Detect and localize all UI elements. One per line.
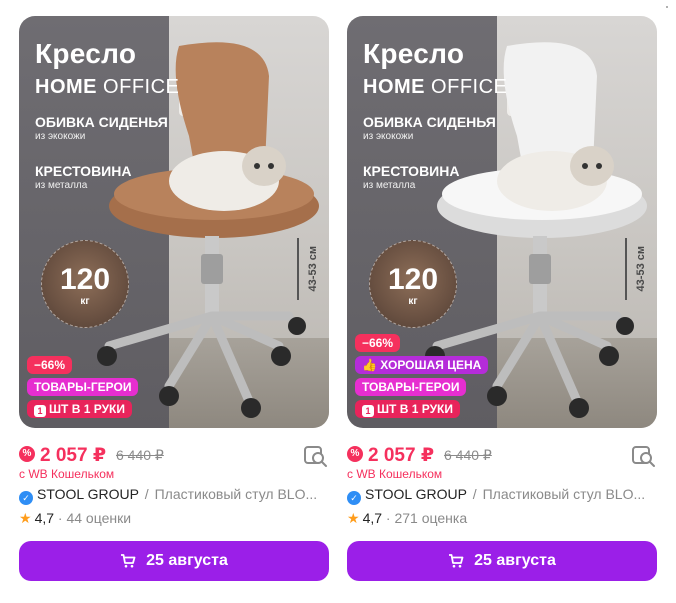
promo-feature-upholstery: ОБИВКА СИДЕНЬЯ — [35, 114, 168, 130]
max-load-value: 120 — [59, 263, 111, 296]
discount-badge: −66% — [27, 356, 73, 374]
limit-icon: 1 — [362, 405, 374, 417]
verified-icon: ✓ — [19, 491, 33, 505]
current-price: 2 057 ₽ — [40, 445, 107, 466]
similar-search-icon[interactable] — [631, 444, 657, 468]
brand-name: STOOL GROUP — [37, 486, 139, 502]
max-load-value: 120 — [387, 263, 439, 296]
brand-row[interactable]: ✓ STOOL GROUP / Пластиковый стул BLO... — [347, 486, 657, 505]
wallet-note: с WB Кошельком — [19, 467, 115, 481]
wallet-discount-icon: % — [19, 446, 35, 462]
promo-title: Кресло — [363, 38, 465, 69]
max-load-badge: 120 кг — [41, 240, 129, 328]
rating-row[interactable]: ★ 4,7 · 44 оценки — [19, 510, 131, 527]
max-load-unit: кг — [408, 296, 418, 307]
star-icon: ★ — [347, 510, 360, 526]
hero-products-badge[interactable]: ТОВАРЫ-ГЕРОИ — [27, 378, 139, 396]
product-card-2[interactable]: Кресло HOME OFFICE ОБИВКА СИДЕНЬЯ из эко… — [347, 16, 657, 581]
purchase-limit-badge: 1 ШТ В 1 РУКИ — [27, 400, 132, 418]
height-range-label: 43-53 см — [635, 246, 647, 292]
reviews-count: · 271 оценка — [385, 510, 468, 526]
height-arrow-icon — [297, 238, 299, 300]
good-price-badge[interactable]: 👍 ХОРОШАЯ ЦЕНА — [355, 356, 489, 374]
max-load-badge: 120 кг — [369, 240, 457, 328]
badge-stack: −66% 👍 ХОРОШАЯ ЦЕНА ТОВАРЫ-ГЕРОИ 1 ШТ В 1… — [355, 334, 489, 418]
product-name: Пластиковый стул BLO... — [482, 486, 646, 502]
wallet-note: с WB Кошельком — [347, 467, 443, 481]
promo-feature-upholstery-sub: из экокожи — [363, 131, 414, 142]
height-range-label: 43-53 см — [307, 246, 319, 292]
verified-icon: ✓ — [347, 491, 361, 505]
price-row: % 2 057 ₽ 6 440 ₽ — [347, 444, 657, 468]
corner-dot — [666, 6, 668, 8]
discount-badge: −66% — [355, 334, 401, 352]
old-price: 6 440 ₽ — [116, 447, 164, 463]
add-to-cart-button[interactable]: 25 августа — [19, 541, 329, 581]
delivery-date: 25 августа — [146, 552, 228, 569]
height-arrow-icon — [625, 238, 627, 300]
promo-subtitle: HOME OFFICE — [35, 76, 180, 98]
promo-feature-base-sub: из металла — [35, 180, 88, 191]
similar-search-icon[interactable] — [303, 444, 329, 468]
hero-products-badge[interactable]: ТОВАРЫ-ГЕРОИ — [355, 378, 467, 396]
badge-stack: −66% ТОВАРЫ-ГЕРОИ 1 ШТ В 1 РУКИ — [27, 356, 139, 418]
delivery-date: 25 августа — [474, 552, 556, 569]
wallet-discount-icon: % — [347, 446, 363, 462]
promo-feature-upholstery-sub: из экокожи — [35, 131, 86, 142]
limit-icon: 1 — [34, 405, 46, 417]
promo-feature-base: КРЕСТОВИНА — [363, 163, 460, 179]
product-photo[interactable]: Кресло HOME OFFICE ОБИВКА СИДЕНЬЯ из эко… — [19, 16, 329, 428]
cart-icon — [121, 554, 136, 568]
promo-feature-upholstery: ОБИВКА СИДЕНЬЯ — [363, 114, 496, 130]
promo-title: Кресло — [35, 38, 137, 69]
rating-value: 4,7 — [34, 510, 55, 526]
add-to-cart-button[interactable]: 25 августа — [347, 541, 657, 581]
rating-row[interactable]: ★ 4,7 · 271 оценка — [347, 510, 467, 527]
brand-row[interactable]: ✓ STOOL GROUP / Пластиковый стул BLO... — [19, 486, 329, 505]
current-price: 2 057 ₽ — [368, 445, 435, 466]
thumbs-up-icon: 👍 — [362, 358, 377, 372]
product-photo[interactable]: Кресло HOME OFFICE ОБИВКА СИДЕНЬЯ из эко… — [347, 16, 657, 428]
old-price: 6 440 ₽ — [444, 447, 492, 463]
purchase-limit-badge: 1 ШТ В 1 РУКИ — [355, 400, 460, 418]
product-card-1[interactable]: Кресло HOME OFFICE ОБИВКА СИДЕНЬЯ из эко… — [19, 16, 329, 581]
cart-icon — [449, 554, 464, 568]
brand-name: STOOL GROUP — [365, 486, 467, 502]
star-icon: ★ — [19, 510, 32, 526]
reviews-count: · 44 оценки — [57, 510, 132, 526]
product-name: Пластиковый стул BLO... — [154, 486, 318, 502]
max-load-unit: кг — [80, 296, 90, 307]
price-row: % 2 057 ₽ 6 440 ₽ — [19, 444, 329, 468]
rating-value: 4,7 — [362, 510, 383, 526]
promo-subtitle: HOME OFFICE — [363, 76, 508, 98]
promo-feature-base: КРЕСТОВИНА — [35, 163, 132, 179]
promo-feature-base-sub: из металла — [363, 180, 416, 191]
